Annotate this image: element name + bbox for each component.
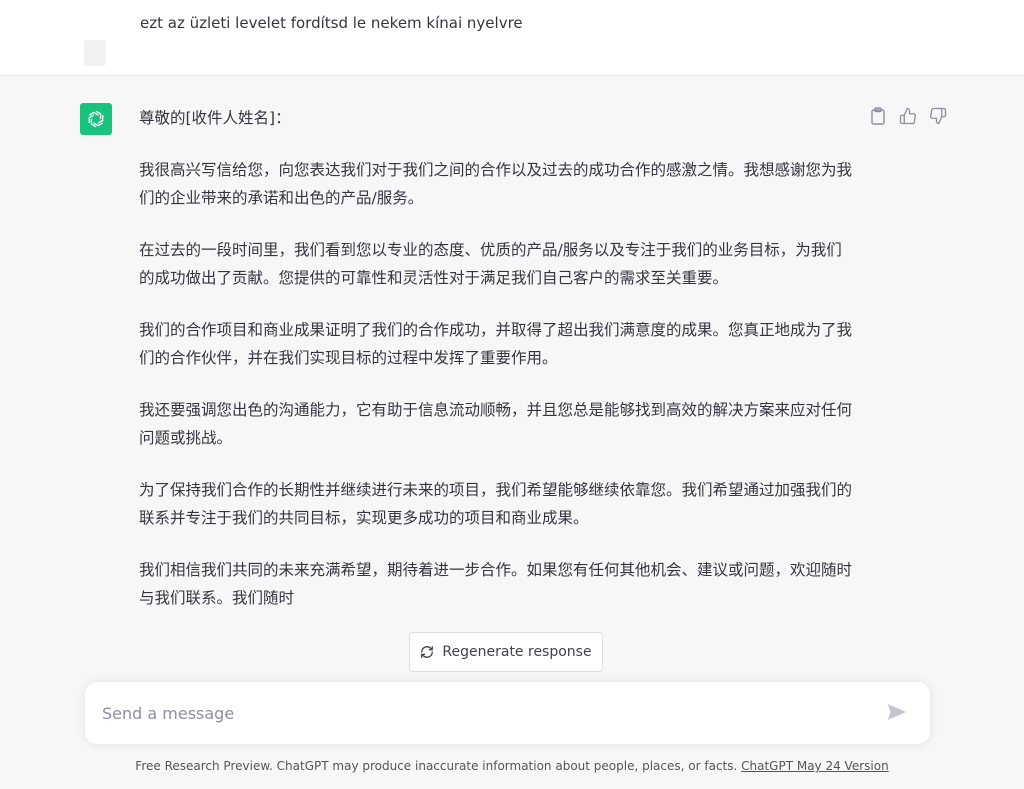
message-paragraph: 为了保持我们合作的长期性并继续进行未来的项目，我们希望能够继续依靠您。我们希望通… xyxy=(139,481,853,527)
user-message-row: ezt az üzleti levelet fordítsd le nekem … xyxy=(0,0,1024,76)
regenerate-response-button[interactable]: Regenerate response xyxy=(409,632,603,672)
footer-text: Free Research Preview. ChatGPT may produ… xyxy=(135,759,742,773)
message-paragraph: 在过去的一段时间里，我们看到您以专业的态度、优质的产品/服务以及专注于我们的业务… xyxy=(139,241,842,287)
regenerate-label: Regenerate response xyxy=(442,644,592,660)
version-link[interactable]: ChatGPT May 24 Version xyxy=(741,759,889,773)
message-paragraph: 我们相信我们共同的未来充满希望，期待着进一步合作。如果您有任何其他机会、建议或问… xyxy=(139,561,853,607)
message-paragraph: 我还要强调您出色的沟通能力，它有助于信息流动顺畅，并且您总是能够找到高效的解决方… xyxy=(139,401,853,447)
openai-logo-icon xyxy=(88,110,104,128)
send-button[interactable] xyxy=(887,703,909,723)
user-message-text: ezt az üzleti levelet fordítsd le nekem … xyxy=(140,14,523,32)
message-actions xyxy=(868,106,948,126)
message-composer[interactable]: Send a message xyxy=(85,682,930,744)
user-avatar xyxy=(84,40,106,66)
thumbs-down-icon xyxy=(930,107,947,125)
send-icon xyxy=(888,704,906,720)
assistant-avatar xyxy=(80,103,112,135)
thumbs-up-icon xyxy=(899,107,916,125)
message-paragraph: 我们的合作项目和商业成果证明了我们的合作成功，并取得了超出我们满意度的成果。您真… xyxy=(139,321,853,367)
message-paragraph: 我很高兴写信给您，向您表达我们对于我们之间的合作以及过去的成功合作的感激之情。我… xyxy=(139,161,853,207)
footer-disclaimer: Free Research Preview. ChatGPT may produ… xyxy=(0,759,1024,773)
message-input[interactable]: Send a message xyxy=(102,704,234,723)
refresh-icon xyxy=(421,646,434,658)
clipboard-icon xyxy=(871,107,885,125)
copy-button[interactable] xyxy=(868,106,888,126)
assistant-message-content: 尊敬的[收件人姓名]： 我很高兴写信给您，向您表达我们对于我们之间的合作以及过去… xyxy=(139,104,854,636)
message-paragraph: 尊敬的[收件人姓名]： xyxy=(139,109,291,127)
thumbs-down-button[interactable] xyxy=(928,106,948,126)
thumbs-up-button[interactable] xyxy=(898,106,918,126)
